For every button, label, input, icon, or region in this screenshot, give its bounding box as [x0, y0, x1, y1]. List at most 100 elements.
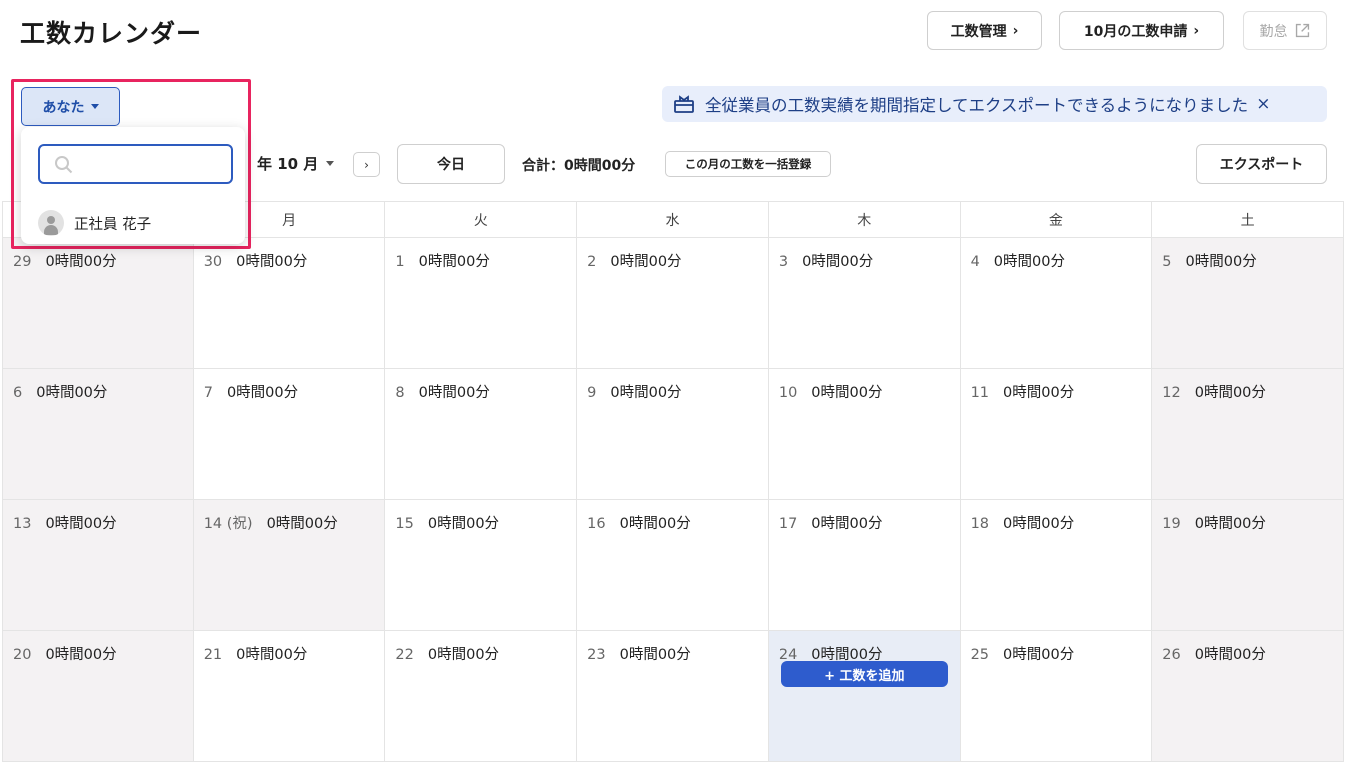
avatar [38, 210, 64, 236]
day-hours: 0時間00分 [1185, 254, 1257, 270]
day-hours: 0時間00分 [45, 516, 117, 532]
day-number: 12 [1162, 385, 1181, 401]
day-hours: 0時間00分 [610, 254, 682, 270]
day-cell[interactable]: 22 0時間00分 [385, 631, 578, 762]
page-title: 工数カレンダー [20, 19, 203, 48]
day-hours: 0時間00分 [1194, 385, 1266, 401]
kosu-manage-label: 工数管理 [950, 23, 1007, 40]
day-hours: 0時間00分 [993, 254, 1065, 270]
day-number: 20 [13, 647, 32, 663]
day-number: 11 [970, 385, 990, 401]
day-hours: 0時間00分 [802, 254, 874, 270]
day-hours: 0時間00分 [236, 254, 308, 270]
today-button[interactable]: 今日 [397, 144, 505, 184]
day-hours: 0時間00分 [1003, 385, 1075, 401]
day-cell[interactable]: 9 0時間00分 [577, 369, 769, 500]
day-hours: 0時間00分 [1003, 647, 1075, 663]
day-cell[interactable]: 5 0時間00分 [1152, 238, 1344, 369]
bulk-register-button[interactable]: この月の工数を一括登録 [665, 151, 831, 177]
user-option[interactable]: 正社員 花子 [38, 210, 151, 236]
day-cell[interactable]: 29 0時間00分 [2, 238, 194, 369]
day-cell[interactable]: 14 (祝) 0時間00分 [193, 500, 386, 631]
day-number: 25 [970, 647, 990, 663]
day-cell[interactable]: 16 0時間00分 [577, 500, 769, 631]
day-hours: 0時間00分 [811, 385, 883, 401]
day-cell[interactable]: 10 0時間00分 [768, 369, 961, 500]
day-number: 14 (祝) [203, 516, 253, 532]
day-hours: 0時間00分 [236, 647, 308, 663]
day-hours: 0時間00分 [427, 516, 500, 532]
day-hours: 0時間00分 [610, 385, 682, 401]
search-icon [55, 156, 73, 174]
day-hours: 0時間00分 [427, 647, 500, 663]
user-search-input[interactable] [84, 152, 224, 178]
info-banner: 全従業員の工数実績を期間指定してエクスポートできるようになりました × [662, 86, 1327, 122]
close-icon[interactable]: × [1256, 94, 1270, 114]
next-month-button[interactable]: › [353, 152, 380, 177]
day-cell[interactable]: 19 0時間00分 [1152, 500, 1344, 631]
day-cell[interactable]: 2 0時間00分 [577, 238, 769, 369]
day-number: 17 [778, 516, 798, 532]
calendar-grid: 29 0時間00分 30 0時間00分 1 0時間00分 2 0時間00分 3 0時間00分 4 0時… [2, 238, 1344, 762]
day-cell[interactable]: 18 0時間00分 [960, 500, 1153, 631]
weekday-fri: 金 [961, 202, 1153, 237]
day-cell[interactable]: 23 0時間00分 [577, 631, 769, 762]
day-cell[interactable]: 13 0時間00分 [2, 500, 194, 631]
day-cell[interactable]: 21 0時間00分 [193, 631, 386, 762]
day-cell[interactable]: 12 0時間00分 [1152, 369, 1344, 500]
day-hours: 0時間00分 [619, 647, 691, 663]
caret-down-icon [326, 161, 335, 166]
monthly-apply-button[interactable]: 10月の工数申請 › [1059, 11, 1224, 50]
day-number: 13 [13, 516, 32, 532]
day-cell[interactable]: 8 0時間00分 [385, 369, 578, 500]
day-hours: 0時間00分 [1194, 647, 1266, 663]
day-cell[interactable]: 4 0時間00分 [960, 238, 1153, 369]
day-cell[interactable]: 20 0時間00分 [2, 631, 194, 762]
weekday-tue: 火 [385, 202, 578, 237]
add-kosu-button[interactable]: + 工数を追加 [780, 661, 948, 687]
user-dropdown: 正社員 花子 [21, 127, 245, 244]
kintai-label: 勤怠 [1259, 23, 1288, 40]
user-search-field[interactable] [38, 144, 233, 184]
day-hours: 0時間00分 [811, 516, 883, 532]
day-number: 1 [395, 254, 405, 270]
day-cell[interactable]: 15 0時間00分 [385, 500, 578, 631]
day-cell[interactable]: 11 0時間00分 [960, 369, 1153, 500]
day-cell[interactable]: 24 0時間00分 + 工数を追加 [768, 631, 961, 762]
day-number: 9 [587, 385, 597, 401]
day-cell[interactable]: 25 0時間00分 [960, 631, 1153, 762]
weekday-sat: 土 [1152, 202, 1344, 237]
day-hours: 0時間00分 [36, 385, 108, 401]
day-hours: 0時間00分 [45, 254, 117, 270]
export-button[interactable]: エクスポート [1196, 144, 1327, 184]
day-number: 21 [203, 647, 223, 663]
day-cell[interactable]: 7 0時間00分 [193, 369, 386, 500]
day-cell[interactable]: 17 0時間00分 [768, 500, 961, 631]
day-number: 30 [203, 254, 223, 270]
chevron-right-icon: › [1012, 22, 1019, 39]
kintai-button[interactable]: 勤怠 [1243, 11, 1327, 50]
day-cell[interactable]: 3 0時間00分 [768, 238, 961, 369]
month-label: 年 10 月 [257, 155, 319, 173]
day-cell[interactable]: 6 0時間00分 [2, 369, 194, 500]
day-number: 23 [587, 647, 606, 663]
kosu-manage-button[interactable]: 工数管理 › [927, 11, 1042, 50]
day-cell[interactable]: 1 0時間00分 [385, 238, 578, 369]
weekday-wed: 水 [577, 202, 769, 237]
day-number: 22 [395, 647, 414, 663]
day-number: 18 [970, 516, 990, 532]
user-option-label: 正社員 花子 [74, 216, 152, 233]
day-cell[interactable]: 30 0時間00分 [193, 238, 386, 369]
month-selector[interactable]: 年 10 月 [257, 153, 335, 174]
day-cell[interactable]: 26 0時間00分 [1152, 631, 1344, 762]
day-number: 8 [395, 385, 405, 401]
day-number: 19 [1162, 516, 1181, 532]
day-hours: 0時間00分 [266, 516, 338, 532]
monthly-total: 合計：0時間00分 [522, 158, 636, 174]
day-number: 7 [203, 385, 213, 401]
day-number: 26 [1162, 647, 1181, 663]
calendar: 月 火 水 木 金 土 29 0時間00分 30 0時間00分 1 0時間00分 2 0時間0… [2, 201, 1344, 762]
chevron-right-icon: › [1193, 22, 1200, 39]
day-number: 4 [970, 254, 980, 270]
day-hours: 0時間00分 [1003, 516, 1075, 532]
